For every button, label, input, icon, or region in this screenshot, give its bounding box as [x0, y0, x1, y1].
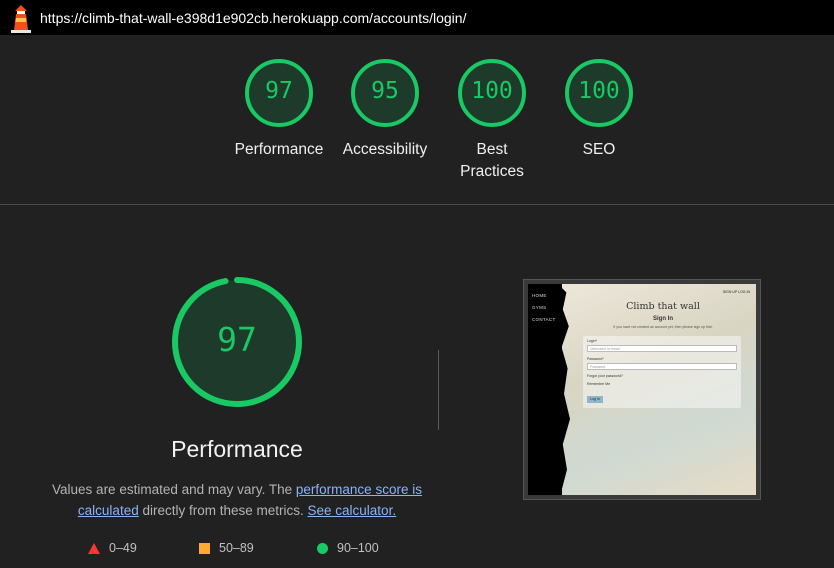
thumb-password-input: Password: [587, 363, 737, 370]
torn-edge: [558, 284, 570, 495]
gauge-label: Accessibility: [342, 141, 428, 158]
vertical-separator: [438, 350, 439, 430]
section-divider: [0, 204, 834, 205]
thumb-top-links: SIGN UP LOG IN: [722, 290, 750, 294]
thumb-remember: Remember Me: [587, 382, 611, 386]
desc-text: directly from these metrics.: [138, 503, 308, 518]
gauge-best-practices[interactable]: 100 Best Practices: [432, 57, 552, 183]
square-icon: [199, 542, 210, 554]
legend-range: 50–89: [219, 541, 254, 555]
gauge-performance[interactable]: 97 Performance: [219, 57, 339, 161]
thumb-brand: Climb that wall: [626, 301, 700, 312]
gauge-label: Best Practices: [460, 141, 524, 180]
thumb-login-form: Login* Username or email Password* Passw…: [583, 336, 741, 408]
thumb-nav-contact: CONTACT: [532, 317, 556, 322]
thumb-nav-home: HOME: [532, 293, 547, 298]
performance-title: Performance: [171, 436, 303, 462]
gauge-accessibility[interactable]: 95 Accessibility: [325, 57, 445, 161]
legend-range: 90–100: [337, 541, 379, 555]
lighthouse-icon: [11, 4, 31, 33]
thumb-password-label: Password*: [587, 357, 604, 361]
thumb-heading: Sign In: [653, 316, 673, 322]
score-legend: 0–49 50–89 90–100: [0, 541, 500, 561]
thumbnail-sidebar: [528, 284, 562, 495]
gauge-seo[interactable]: 100 SEO: [539, 57, 659, 161]
browser-address-bar: https://climb-that-wall-e398d1e902cb.her…: [0, 0, 834, 35]
desc-text: Values are estimated and may vary. The: [52, 482, 296, 497]
gauge-label: Performance: [234, 141, 324, 158]
thumb-forgot: Forgot your password?: [587, 374, 623, 378]
legend-pass: 90–100: [317, 541, 379, 555]
see-calculator-link[interactable]: See calculator.: [308, 503, 397, 518]
triangle-icon: [88, 542, 100, 554]
page-url[interactable]: https://climb-that-wall-e398d1e902cb.her…: [40, 10, 466, 26]
page-thumbnail: HOME GYMS CONTACT SIGN UP LOG IN Climb t…: [528, 284, 756, 495]
gauge-score: 95: [371, 78, 399, 104]
gauge-score: 97: [265, 78, 293, 104]
thumb-login-button: Log In: [587, 396, 603, 403]
thumb-nav-gyms: GYMS: [532, 305, 547, 310]
thumb-login-input: Username or email: [587, 345, 737, 352]
gauge-score: 100: [578, 78, 620, 104]
gauge-score: 100: [471, 78, 513, 104]
legend-range: 0–49: [109, 541, 137, 555]
gauge-label: SEO: [582, 141, 616, 158]
performance-description: Values are estimated and may vary. The p…: [40, 479, 434, 521]
legend-average: 50–89: [199, 541, 254, 555]
legend-fail: 0–49: [88, 541, 137, 555]
thumb-login-label: Login*: [587, 339, 597, 343]
final-screenshot[interactable]: HOME GYMS CONTACT SIGN UP LOG IN Climb t…: [523, 279, 761, 500]
circle-icon: [317, 542, 328, 554]
performance-score: 97: [217, 320, 257, 359]
thumb-subtext: If you have not created an account yet, …: [613, 325, 713, 329]
